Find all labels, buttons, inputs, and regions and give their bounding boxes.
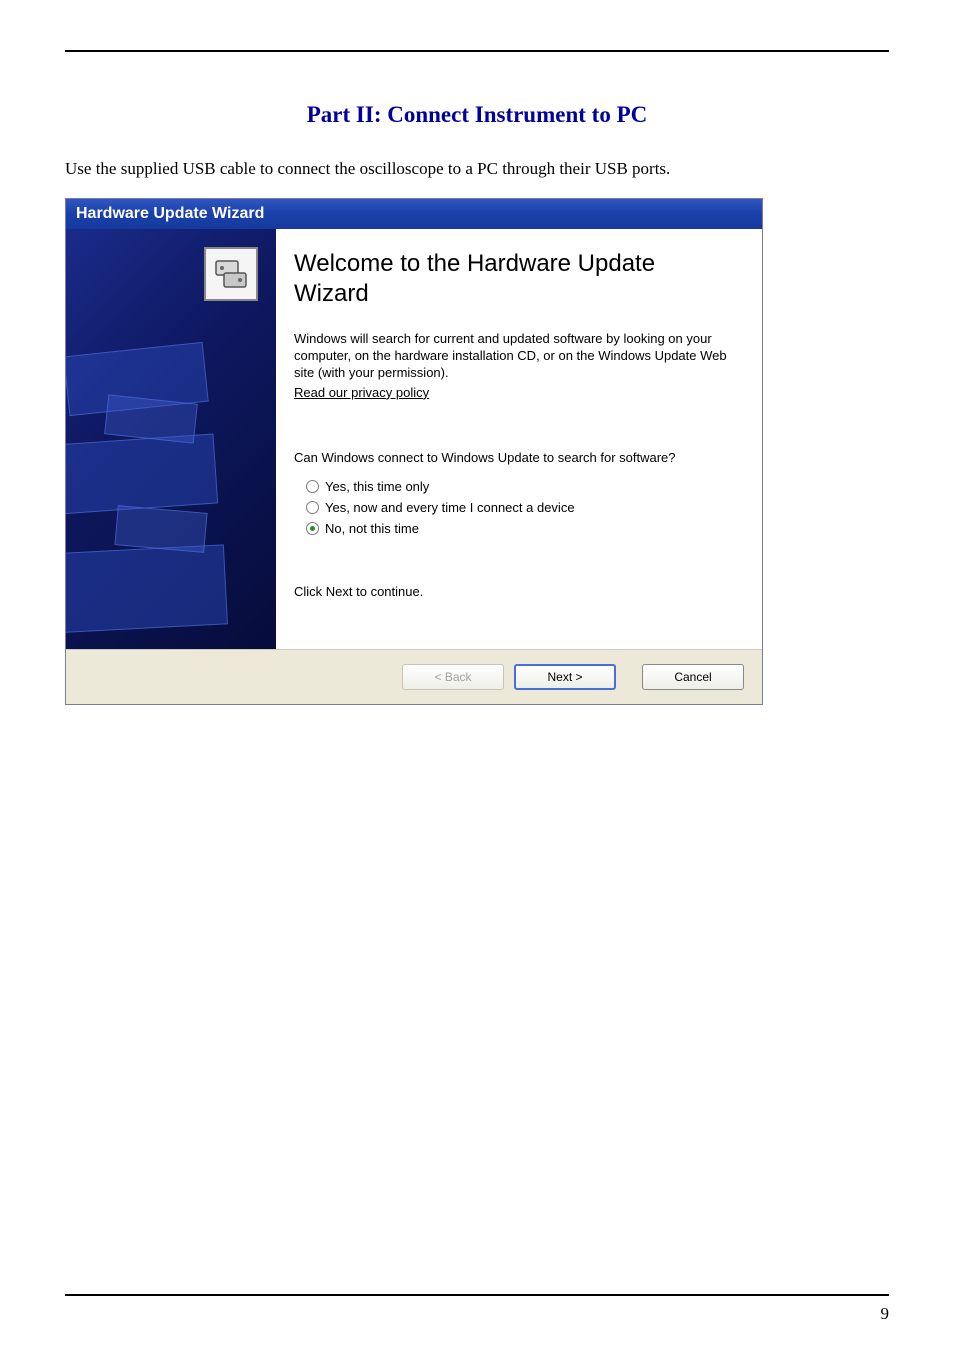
section-title: Part II: Connect Instrument to PC bbox=[65, 102, 889, 128]
radio-option-yes-once[interactable]: Yes, this time only bbox=[306, 479, 734, 494]
privacy-policy-link[interactable]: Read our privacy policy bbox=[294, 385, 429, 400]
page-number: 9 bbox=[881, 1304, 890, 1324]
wizard-body: Welcome to the Hardware Update Wizard Wi… bbox=[66, 229, 762, 649]
next-button-label: Next > bbox=[547, 670, 582, 684]
intro-text: Use the supplied USB cable to connect th… bbox=[65, 158, 889, 180]
wizard-question: Can Windows connect to Windows Update to… bbox=[294, 450, 734, 467]
radio-option-yes-always[interactable]: Yes, now and every time I connect a devi… bbox=[306, 500, 734, 515]
back-button-label: < Back bbox=[434, 670, 471, 684]
wizard-titlebar: Hardware Update Wizard bbox=[66, 199, 762, 229]
wizard-titlebar-text: Hardware Update Wizard bbox=[76, 205, 264, 223]
hardware-icon bbox=[204, 247, 258, 301]
cancel-button-label: Cancel bbox=[674, 670, 711, 684]
radio-label: Yes, now and every time I connect a devi… bbox=[325, 500, 575, 515]
radio-group: Yes, this time only Yes, now and every t… bbox=[294, 479, 734, 536]
wizard-dialog: Hardware Update Wizard bbox=[65, 198, 763, 705]
footer-divider bbox=[65, 1294, 889, 1296]
radio-label: Yes, this time only bbox=[325, 479, 429, 494]
radio-icon bbox=[306, 480, 319, 493]
radio-label: No, not this time bbox=[325, 521, 419, 536]
wizard-description: Windows will search for current and upda… bbox=[294, 331, 734, 382]
cancel-button[interactable]: Cancel bbox=[642, 664, 744, 690]
next-button[interactable]: Next > bbox=[514, 664, 616, 690]
wizard-sidebar bbox=[66, 229, 276, 649]
back-button: < Back bbox=[402, 664, 504, 690]
wizard-heading: Welcome to the Hardware Update Wizard bbox=[294, 249, 734, 309]
wizard-content: Welcome to the Hardware Update Wizard Wi… bbox=[276, 229, 762, 649]
radio-icon bbox=[306, 501, 319, 514]
wizard-footer: < Back Next > Cancel bbox=[66, 649, 762, 704]
continue-text: Click Next to continue. bbox=[294, 584, 734, 599]
sidebar-decorative bbox=[66, 349, 276, 649]
header-divider bbox=[65, 50, 889, 52]
radio-option-no[interactable]: No, not this time bbox=[306, 521, 734, 536]
radio-icon-selected bbox=[306, 522, 319, 535]
